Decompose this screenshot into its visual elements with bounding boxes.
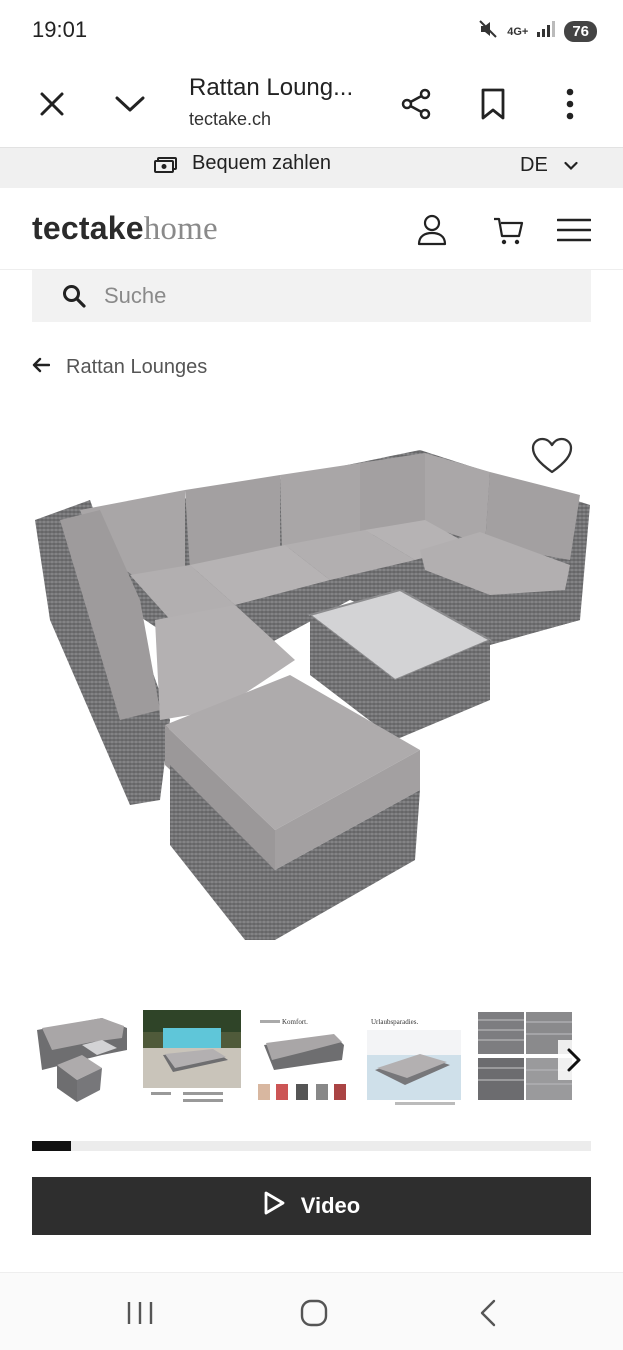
logo-main: tectake bbox=[32, 210, 144, 246]
product-image[interactable] bbox=[20, 420, 610, 990]
close-icon[interactable] bbox=[32, 84, 72, 124]
chevron-right-icon[interactable] bbox=[558, 1040, 590, 1080]
thumbnail-3[interactable]: Komfort. bbox=[254, 1010, 352, 1108]
menu-icon[interactable] bbox=[554, 210, 594, 250]
signal-icon bbox=[536, 20, 556, 43]
language-selector[interactable]: DE bbox=[520, 154, 578, 177]
video-button[interactable]: Video bbox=[32, 1177, 591, 1235]
payment-icon bbox=[154, 156, 178, 179]
thumbnail-2[interactable] bbox=[143, 1010, 241, 1108]
video-button-label: Video bbox=[300, 1193, 361, 1218]
home-icon[interactable] bbox=[292, 1293, 336, 1333]
back-icon[interactable] bbox=[466, 1293, 510, 1333]
gallery-progress-fill bbox=[32, 1141, 72, 1151]
back-arrow-icon[interactable] bbox=[32, 356, 51, 379]
wishlist-heart-icon[interactable] bbox=[530, 436, 574, 476]
browser-toolbar: Rattan Loung... tectake.ch bbox=[0, 60, 623, 148]
thumbnail-4-label: Urlaubsparadies. bbox=[371, 1018, 418, 1026]
play-icon bbox=[263, 1191, 285, 1221]
status-time: 19:01 bbox=[32, 17, 88, 42]
battery-indicator: 76 bbox=[564, 21, 597, 42]
mute-icon bbox=[477, 18, 499, 45]
status-bar: 19:01 4G+ 76 bbox=[0, 0, 623, 60]
breadcrumb[interactable]: Rattan Lounges bbox=[32, 356, 207, 379]
search-bar[interactable] bbox=[32, 270, 591, 322]
page-title[interactable]: Rattan Loung... bbox=[189, 74, 353, 102]
status-icons: 4G+ 76 bbox=[477, 18, 597, 45]
page-domain[interactable]: tectake.ch bbox=[189, 109, 271, 130]
promo-text: Bequem zahlen bbox=[192, 152, 331, 174]
logo-sub: home bbox=[143, 211, 218, 247]
chevron-down-icon[interactable] bbox=[110, 84, 150, 124]
network-label: 4G+ bbox=[507, 25, 529, 38]
account-icon[interactable] bbox=[412, 210, 452, 250]
recent-apps-icon[interactable] bbox=[118, 1293, 162, 1333]
site-logo[interactable]: tectakehome bbox=[32, 210, 218, 248]
bookmark-icon[interactable] bbox=[473, 84, 513, 124]
thumbnail-4[interactable]: Urlaubsparadies. bbox=[365, 1010, 463, 1108]
promo-strip: Bequem zahlen DE bbox=[0, 148, 623, 188]
site-header: tectakehome bbox=[0, 188, 623, 270]
cart-icon[interactable] bbox=[488, 210, 528, 250]
thumbnail-3-label: Komfort. bbox=[282, 1018, 308, 1026]
chevron-down-icon bbox=[564, 154, 578, 177]
thumbnail-1[interactable] bbox=[32, 1010, 130, 1108]
thumbnail-strip: Komfort. Urlaubsparadies. bbox=[32, 1010, 591, 1108]
more-options-icon[interactable] bbox=[550, 84, 590, 124]
share-icon[interactable] bbox=[396, 84, 436, 124]
search-input[interactable] bbox=[104, 270, 574, 322]
system-navigation-bar bbox=[0, 1272, 623, 1350]
language-label: DE bbox=[520, 154, 548, 176]
search-icon bbox=[62, 284, 86, 313]
breadcrumb-label[interactable]: Rattan Lounges bbox=[66, 356, 207, 379]
gallery-progress-bar bbox=[32, 1141, 591, 1151]
